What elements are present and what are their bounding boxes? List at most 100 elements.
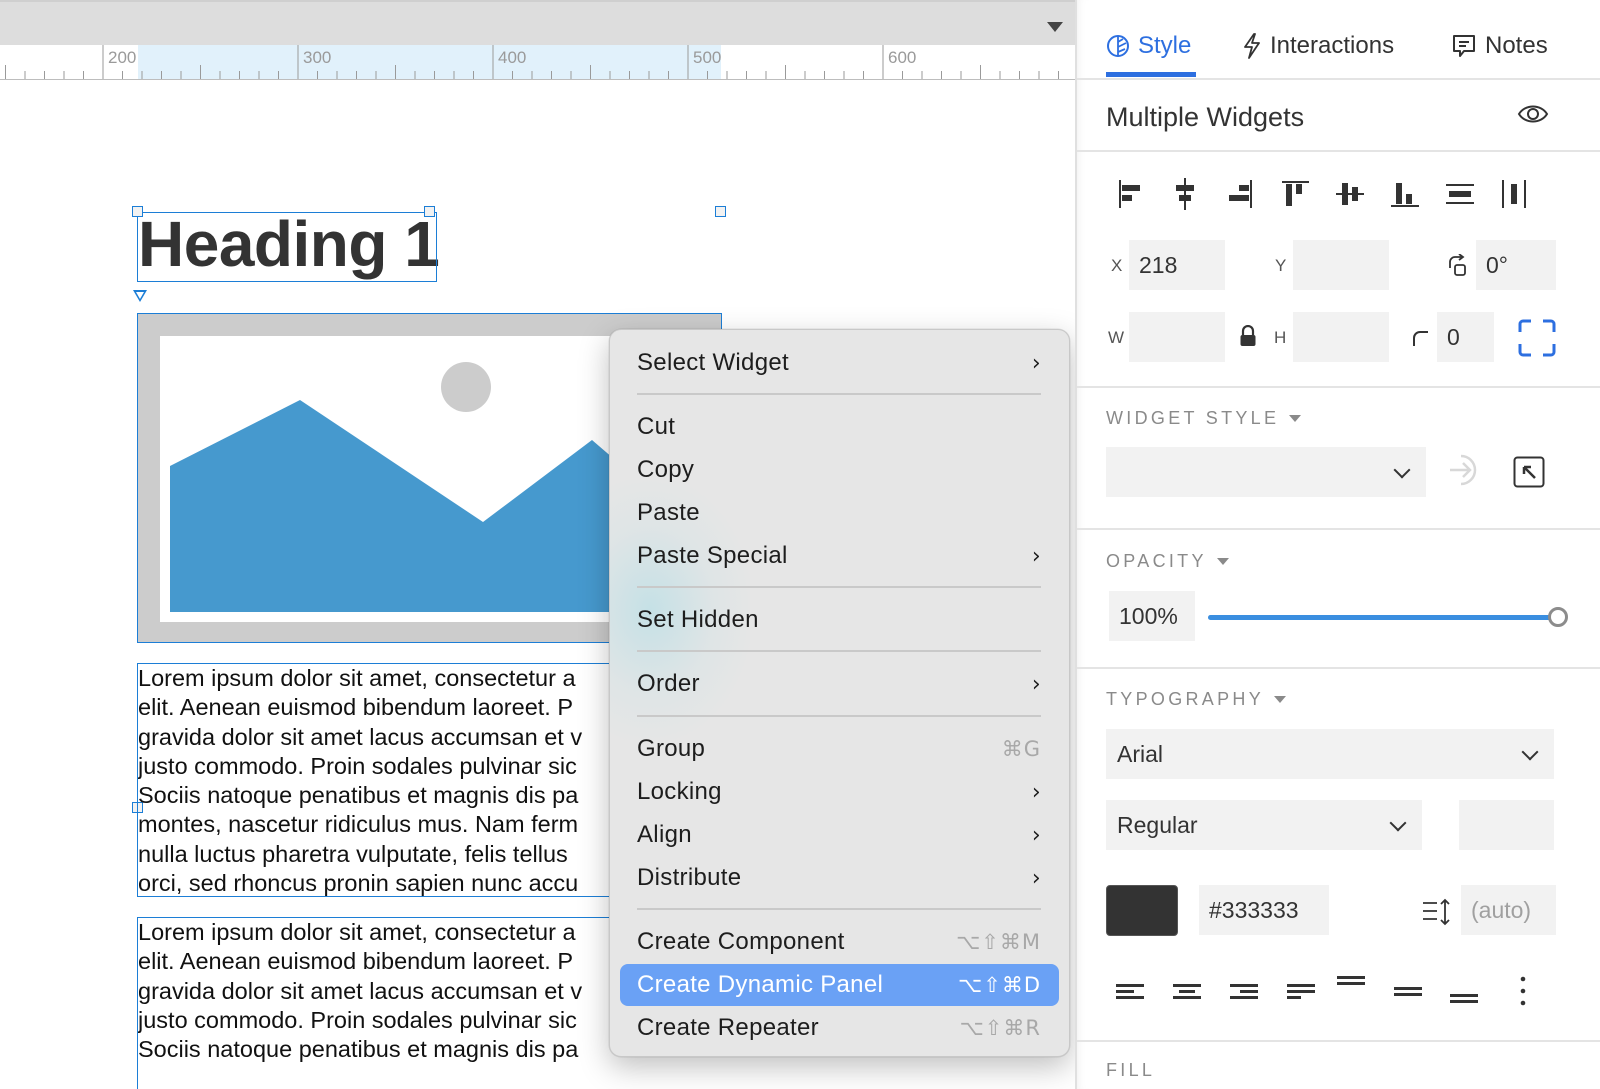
text-justify-icon[interactable]	[1285, 970, 1317, 1010]
menu-item-group[interactable]: Group ⌘G	[620, 728, 1059, 770]
text-align-left-icon[interactable]	[1114, 970, 1146, 1010]
color-hex-input[interactable]: #333333	[1199, 885, 1329, 935]
menu-item-align[interactable]: Align ›	[620, 814, 1059, 856]
menu-item-label: Create Component	[637, 928, 845, 955]
chevron-right-icon: ›	[1031, 822, 1041, 848]
align-center-icon[interactable]	[1169, 175, 1201, 213]
alignment-toolbar	[1077, 175, 1600, 215]
menu-item-locking[interactable]: Locking ›	[620, 771, 1059, 813]
distribute-vertical-icon[interactable]	[1444, 175, 1476, 213]
menu-item-label: Cut	[637, 413, 676, 440]
text-color-swatch[interactable]	[1106, 885, 1178, 936]
menu-item-distribute[interactable]: Distribute ›	[620, 857, 1059, 899]
section-title: TYPOGRAPHY	[1106, 689, 1265, 709]
fill-header[interactable]: FILL	[1106, 1060, 1155, 1081]
canvas-area[interactable]: 200 300 400 500 600 Heading 1 Lorem ipsu…	[0, 0, 1075, 1089]
menu-item-paste-special[interactable]: Paste Special ›	[620, 535, 1059, 577]
edit-style-icon[interactable]	[1513, 456, 1545, 493]
text-align-center-icon[interactable]	[1171, 970, 1203, 1010]
anchor-marker-icon[interactable]	[133, 290, 147, 302]
w-label: W	[1108, 328, 1125, 347]
section-title: FILL	[1106, 1060, 1156, 1080]
chevron-right-icon: ›	[1031, 350, 1041, 376]
keyboard-shortcut: ⌥⇧⌘M	[956, 930, 1041, 954]
apply-style-icon[interactable]	[1447, 452, 1483, 493]
chevron-right-icon: ›	[1031, 779, 1041, 805]
tab-label: Notes	[1485, 32, 1548, 59]
opacity-slider[interactable]	[1208, 606, 1568, 628]
menu-separator	[637, 908, 1041, 910]
height-input[interactable]	[1293, 312, 1389, 362]
toolbar-dropdown-icon[interactable]	[1047, 22, 1063, 32]
menu-item-cut[interactable]: Cut	[620, 406, 1059, 448]
individual-corners-icon[interactable]	[1517, 318, 1557, 363]
align-middle-icon[interactable]	[1334, 175, 1366, 213]
menu-item-paste[interactable]: Paste	[620, 492, 1059, 534]
menu-item-copy[interactable]: Copy	[620, 449, 1059, 491]
widget-style-select[interactable]	[1106, 447, 1426, 497]
resize-handle[interactable]	[424, 206, 435, 217]
align-top-icon[interactable]	[1279, 175, 1311, 213]
section-title: OPACITY	[1106, 551, 1207, 571]
menu-item-set-hidden[interactable]: Set Hidden	[620, 599, 1059, 641]
line-height-input[interactable]: (auto)	[1461, 885, 1556, 935]
width-input[interactable]	[1129, 312, 1225, 362]
valign-middle-icon[interactable]	[1392, 970, 1424, 1010]
text-alignment-toolbar	[1077, 970, 1600, 1020]
corner-radius-input[interactable]: 0	[1437, 312, 1494, 362]
menu-separator	[637, 393, 1041, 395]
menu-item-select-widget[interactable]: Select Widget ›	[620, 342, 1059, 384]
resize-handle[interactable]	[715, 206, 726, 217]
chevron-right-icon: ›	[1031, 671, 1041, 697]
lock-icon[interactable]	[1239, 324, 1257, 352]
align-right-icon[interactable]	[1224, 175, 1256, 213]
ruler-label: 200	[108, 48, 137, 67]
more-options-icon[interactable]	[1507, 970, 1539, 1010]
eye-icon[interactable]	[1517, 102, 1549, 131]
menu-item-create-repeater[interactable]: Create Repeater ⌥⇧⌘R	[620, 1007, 1059, 1049]
chevron-down-icon	[1389, 814, 1407, 832]
slider-thumb[interactable]	[1548, 607, 1568, 627]
menu-item-order[interactable]: Order ›	[620, 663, 1059, 705]
x-input[interactable]: 218	[1129, 240, 1225, 290]
tab-notes[interactable]: Notes	[1451, 26, 1548, 66]
valign-bottom-icon[interactable]	[1448, 970, 1480, 1010]
chevron-down-icon	[1521, 743, 1539, 761]
keyboard-shortcut: ⌥⇧⌘D	[958, 973, 1041, 997]
font-size-input[interactable]	[1459, 800, 1554, 850]
select-value: Regular	[1117, 811, 1198, 838]
valign-top-icon[interactable]	[1335, 970, 1367, 1010]
caret-down-icon	[1216, 558, 1229, 565]
distribute-horizontal-icon[interactable]	[1498, 175, 1530, 213]
resize-handle[interactable]	[132, 206, 143, 217]
menu-item-label: Create Dynamic Panel	[637, 971, 884, 998]
ruler-label: 500	[693, 48, 722, 67]
rotation-input[interactable]: 0°	[1476, 240, 1556, 290]
widget-style-header[interactable]: WIDGET STYLE	[1106, 408, 1302, 429]
section-divider	[1077, 386, 1600, 388]
align-left-icon[interactable]	[1115, 175, 1147, 213]
context-menu: Select Widget › Cut Copy Paste Paste Special ›…	[609, 329, 1070, 1057]
tab-interactions[interactable]: Interactions	[1242, 26, 1394, 66]
text-align-right-icon[interactable]	[1228, 970, 1260, 1010]
menu-item-label: Select Widget	[637, 349, 789, 376]
keyboard-shortcut: ⌘G	[1001, 737, 1041, 761]
typography-header[interactable]: TYPOGRAPHY	[1106, 689, 1287, 710]
font-family-select[interactable]: Arial	[1106, 729, 1554, 779]
menu-item-label: Paste	[637, 499, 700, 526]
menu-item-label: Distribute	[637, 864, 742, 891]
slider-fill	[1208, 615, 1558, 620]
select-value: Arial	[1117, 740, 1164, 767]
menu-item-label: Group	[637, 735, 706, 762]
tab-style[interactable]: Style	[1106, 26, 1191, 66]
menu-item-create-component[interactable]: Create Component ⌥⇧⌘M	[620, 921, 1059, 963]
y-input[interactable]	[1293, 240, 1389, 290]
opacity-header[interactable]: OPACITY	[1106, 551, 1229, 572]
caret-down-icon	[1289, 415, 1302, 422]
menu-item-create-dynamic-panel[interactable]: Create Dynamic Panel ⌥⇧⌘D	[620, 964, 1059, 1006]
active-tab-indicator	[1106, 72, 1196, 77]
align-bottom-icon[interactable]	[1389, 175, 1421, 213]
menu-separator	[637, 586, 1041, 588]
font-weight-select[interactable]: Regular	[1106, 800, 1422, 850]
opacity-input[interactable]: 100%	[1109, 591, 1195, 641]
